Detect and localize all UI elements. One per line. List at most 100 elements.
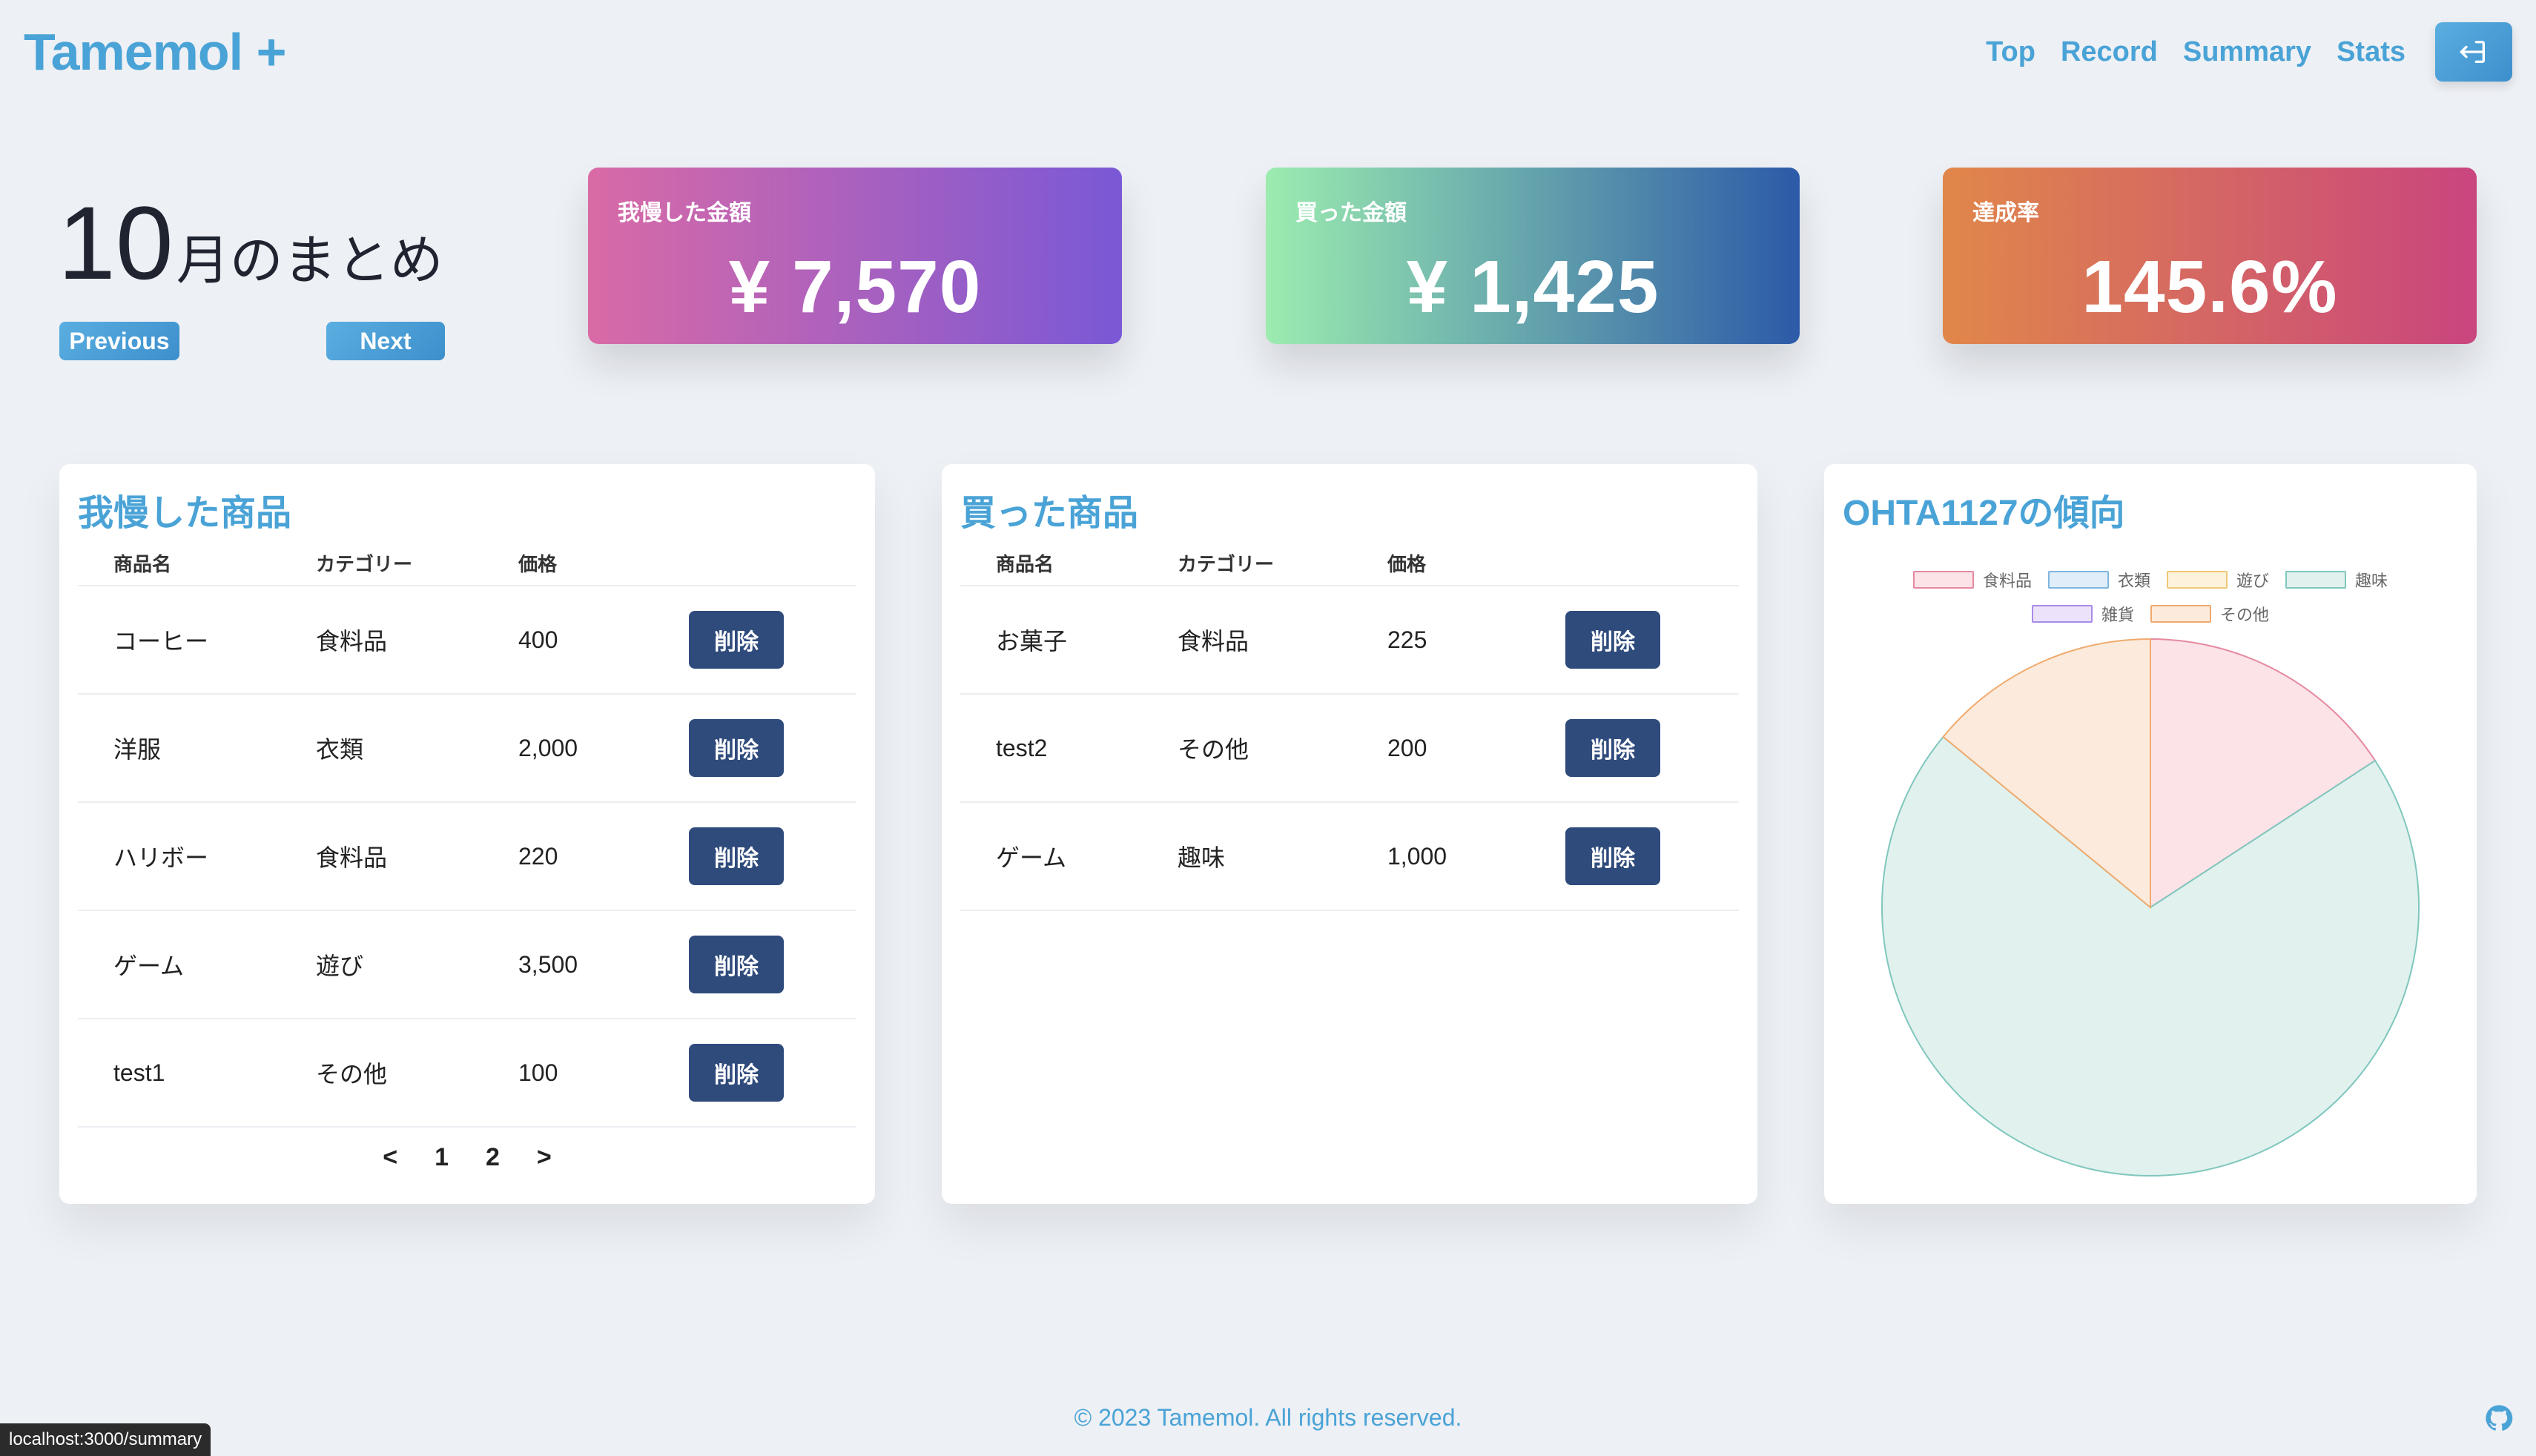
item-name: ゲーム: [960, 802, 1142, 911]
app-logo[interactable]: Tamemol +: [24, 22, 286, 82]
item-price: 200: [1352, 694, 1530, 803]
legend-label: 衣類: [2117, 572, 2150, 590]
legend-swatch: [1912, 571, 1974, 589]
saved-amount-label: 我慢した金額: [618, 201, 751, 225]
delete-button[interactable]: 削除: [689, 1044, 784, 1102]
legend-swatch: [2031, 605, 2093, 623]
item-price: 3,500: [483, 910, 653, 1019]
legend-label: 趣味: [2355, 572, 2388, 590]
nav-stats[interactable]: Stats: [2337, 36, 2405, 68]
item-category: 趣味: [1142, 802, 1352, 911]
legend-item[interactable]: 衣類: [2047, 568, 2150, 592]
item-category: 食料品: [1142, 586, 1352, 695]
pagination-prev[interactable]: <: [383, 1143, 397, 1172]
saved-items-panel: 我慢した商品 商品名 カテゴリー 価格 コーヒー 食料品 400 削除 洋服 衣…: [59, 464, 875, 1204]
saved-items-table: 商品名 カテゴリー 価格 コーヒー 食料品 400 削除 洋服 衣類 2,000…: [78, 541, 856, 1128]
legend-label: 食料品: [1982, 572, 2032, 590]
item-category: その他: [1142, 694, 1352, 803]
item-name: test1: [78, 1019, 280, 1128]
bought-amount-value: ¥ 1,425: [1406, 245, 1660, 328]
nav-summary[interactable]: Summary: [2183, 36, 2311, 68]
column-header-price: 価格: [1352, 541, 1530, 586]
month-number: 10: [58, 185, 174, 301]
item-name: 洋服: [78, 694, 280, 803]
pie-slice-その他[interactable]: [1942, 638, 2151, 910]
delete-button[interactable]: 削除: [689, 936, 784, 993]
chart-legend: 食料品 衣類 遊び 趣味雑貨 その他: [1824, 568, 2477, 636]
logout-icon: [2460, 41, 2485, 64]
column-header-name: 商品名: [960, 541, 1142, 586]
table-row: コーヒー 食料品 400 削除: [78, 586, 856, 695]
legend-row: 雑貨 その他: [1824, 602, 2477, 626]
legend-label: 遊び: [2236, 572, 2270, 590]
pie-slice-趣味[interactable]: [1881, 735, 2420, 1177]
item-price: 400: [483, 586, 653, 695]
item-name: お菓子: [960, 586, 1142, 695]
legend-label: 雑貨: [2101, 606, 2134, 624]
item-price: 225: [1352, 586, 1530, 695]
achievement-rate-card: 達成率 145.6%: [1943, 168, 2477, 344]
pagination-next[interactable]: >: [537, 1143, 552, 1172]
table-row: test1 その他 100 削除: [78, 1019, 856, 1128]
table-row: ハリボー 食料品 220 削除: [78, 802, 856, 911]
item-name: コーヒー: [78, 586, 280, 695]
column-header-name: 商品名: [78, 541, 280, 586]
delete-button[interactable]: 削除: [689, 719, 784, 777]
saved-amount-value: ¥ 7,570: [728, 245, 982, 328]
top-nav: Top Record Summary Stats: [1986, 22, 2512, 82]
column-header-price: 価格: [483, 541, 653, 586]
item-price: 2,000: [483, 694, 653, 803]
item-price: 220: [483, 802, 653, 911]
pie-slice-食料品[interactable]: [2150, 638, 2377, 909]
table-row: 洋服 衣類 2,000 削除: [78, 694, 856, 803]
pagination-page-1[interactable]: 1: [435, 1143, 449, 1172]
bought-items-table: 商品名 カテゴリー 価格 お菓子 食料品 225 削除 test2 その他 20…: [960, 541, 1739, 911]
table-row: お菓子 食料品 225 削除: [960, 586, 1739, 695]
bought-items-title: 買った商品: [960, 494, 1139, 533]
legend-swatch: [2150, 605, 2211, 623]
pagination-page-2[interactable]: 2: [486, 1143, 500, 1172]
item-price: 1,000: [1352, 802, 1530, 911]
next-month-button[interactable]: Next: [326, 322, 445, 360]
item-name: test2: [960, 694, 1142, 803]
month-title-suffix: 月のまとめ: [176, 231, 443, 291]
legend-item[interactable]: 食料品: [1912, 568, 2032, 592]
trend-panel: OHTA1127の傾向 食料品 衣類 遊び 趣味雑貨 その他: [1824, 464, 2477, 1204]
previous-month-button[interactable]: Previous: [59, 322, 179, 360]
legend-swatch: [2285, 571, 2347, 589]
achievement-rate-label: 達成率: [1972, 201, 2039, 225]
achievement-rate-value: 145.6%: [2081, 245, 2338, 328]
legend-item[interactable]: 雑貨: [2031, 602, 2134, 626]
nav-record[interactable]: Record: [2061, 36, 2158, 68]
item-category: 食料品: [280, 802, 483, 911]
footer-copyright: © 2023 Tamemol. All rights reserved.: [1074, 1404, 1462, 1431]
delete-button[interactable]: 削除: [689, 611, 784, 669]
delete-button[interactable]: 削除: [689, 827, 784, 885]
item-price: 100: [483, 1019, 653, 1128]
table-row: test2 その他 200 削除: [960, 694, 1739, 803]
bought-items-panel: 買った商品 商品名 カテゴリー 価格 お菓子 食料品 225 削除 test2 …: [942, 464, 1757, 1204]
trend-title: OHTA1127の傾向: [1843, 494, 2125, 533]
github-icon[interactable]: [2484, 1403, 2514, 1437]
delete-button[interactable]: 削除: [1565, 827, 1660, 885]
saved-amount-card: 我慢した金額 ¥ 7,570: [588, 168, 1122, 344]
month-title: 10 月のまとめ: [58, 191, 443, 295]
item-name: ハリボー: [78, 802, 280, 911]
legend-label: その他: [2220, 606, 2270, 624]
legend-item[interactable]: その他: [2150, 602, 2269, 626]
legend-item[interactable]: 遊び: [2167, 568, 2269, 592]
bought-amount-label: 買った金額: [1295, 201, 1407, 225]
bought-amount-card: 買った金額 ¥ 1,425: [1266, 168, 1800, 344]
delete-button[interactable]: 削除: [1565, 719, 1660, 777]
item-category: 食料品: [280, 586, 483, 695]
legend-row: 食料品 衣類 遊び 趣味: [1824, 568, 2477, 592]
saved-items-title: 我慢した商品: [78, 494, 292, 533]
column-header-category: カテゴリー: [280, 541, 483, 586]
item-category: 衣類: [280, 694, 483, 803]
logout-button[interactable]: [2435, 22, 2512, 82]
delete-button[interactable]: 削除: [1565, 611, 1660, 669]
legend-item[interactable]: 趣味: [2285, 568, 2388, 592]
pagination: < 1 2 >: [59, 1143, 875, 1172]
table-row: ゲーム 遊び 3,500 削除: [78, 910, 856, 1019]
nav-top[interactable]: Top: [1986, 36, 2035, 68]
